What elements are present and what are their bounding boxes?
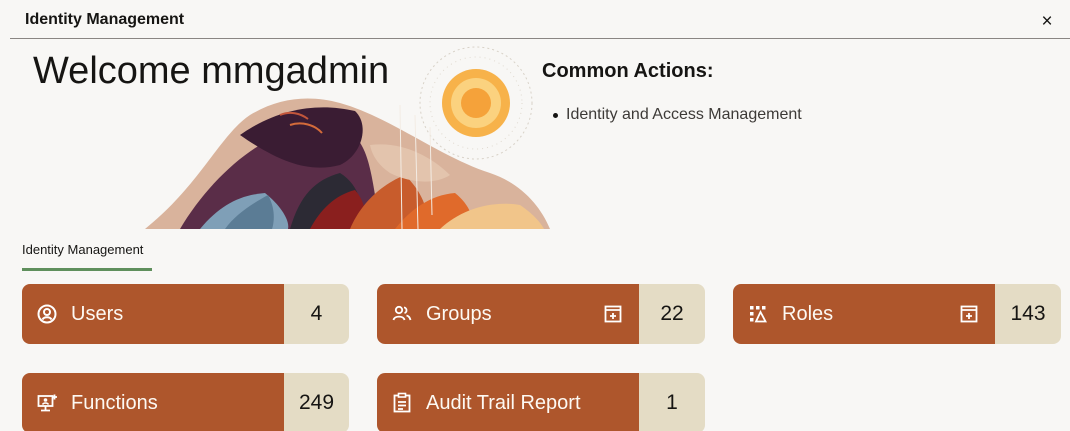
groups-label: Groups: [426, 303, 492, 325]
roles-grid-icon: [750, 306, 767, 323]
functions-label: Functions: [71, 392, 158, 414]
users-count: 4: [284, 284, 349, 344]
functions-tile[interactable]: Functions 249: [22, 373, 349, 431]
roles-tile[interactable]: Roles 143: [733, 284, 1061, 344]
groups-tile[interactable]: Groups 22: [377, 284, 705, 344]
common-action-identity-access[interactable]: Identity and Access Management: [553, 106, 802, 124]
title-bar: Identity Management ×: [0, 0, 1070, 40]
identity-management-dialog: Identity Management × Welcome mmgadmin C…: [0, 0, 1070, 431]
tab-label: Identity Management: [22, 242, 144, 257]
roles-count: 143: [995, 284, 1061, 344]
common-actions-title: Common Actions:: [542, 60, 714, 82]
welcome-heading: Welcome mmgadmin: [33, 50, 390, 92]
groups-count: 22: [639, 284, 705, 344]
common-actions-list: Identity and Access Management: [553, 106, 802, 124]
roles-label: Roles: [782, 303, 834, 325]
audit-trail-report-tile[interactable]: Audit Trail Report 1: [377, 373, 705, 431]
users-label: Users: [71, 303, 124, 325]
roles-tile-main[interactable]: Roles: [733, 284, 995, 344]
functions-tile-main[interactable]: Functions: [22, 373, 284, 431]
tab-selected-indicator: [22, 268, 152, 271]
users-tile-main[interactable]: Users: [22, 284, 284, 344]
close-icon[interactable]: ×: [1038, 12, 1056, 31]
groups-tile-main[interactable]: Groups: [377, 284, 639, 344]
functions-count: 249: [284, 373, 349, 431]
audit-trail-report-label: Audit Trail Report: [426, 392, 581, 414]
users-icon: [392, 305, 412, 321]
audit-trail-report-tile-main[interactable]: Audit Trail Report: [377, 373, 639, 431]
audit-trail-report-count: 1: [639, 373, 705, 431]
tab-identity-management[interactable]: Identity Management: [22, 242, 152, 271]
add-role-icon[interactable]: [960, 305, 978, 323]
report-icon: [393, 392, 411, 413]
users-tile[interactable]: Users 4: [22, 284, 349, 344]
user-circle-icon: [37, 304, 57, 324]
functions-icon: [37, 394, 57, 412]
add-group-icon[interactable]: [604, 305, 622, 323]
dialog-title: Identity Management: [25, 11, 185, 28]
title-divider: [10, 38, 1070, 39]
